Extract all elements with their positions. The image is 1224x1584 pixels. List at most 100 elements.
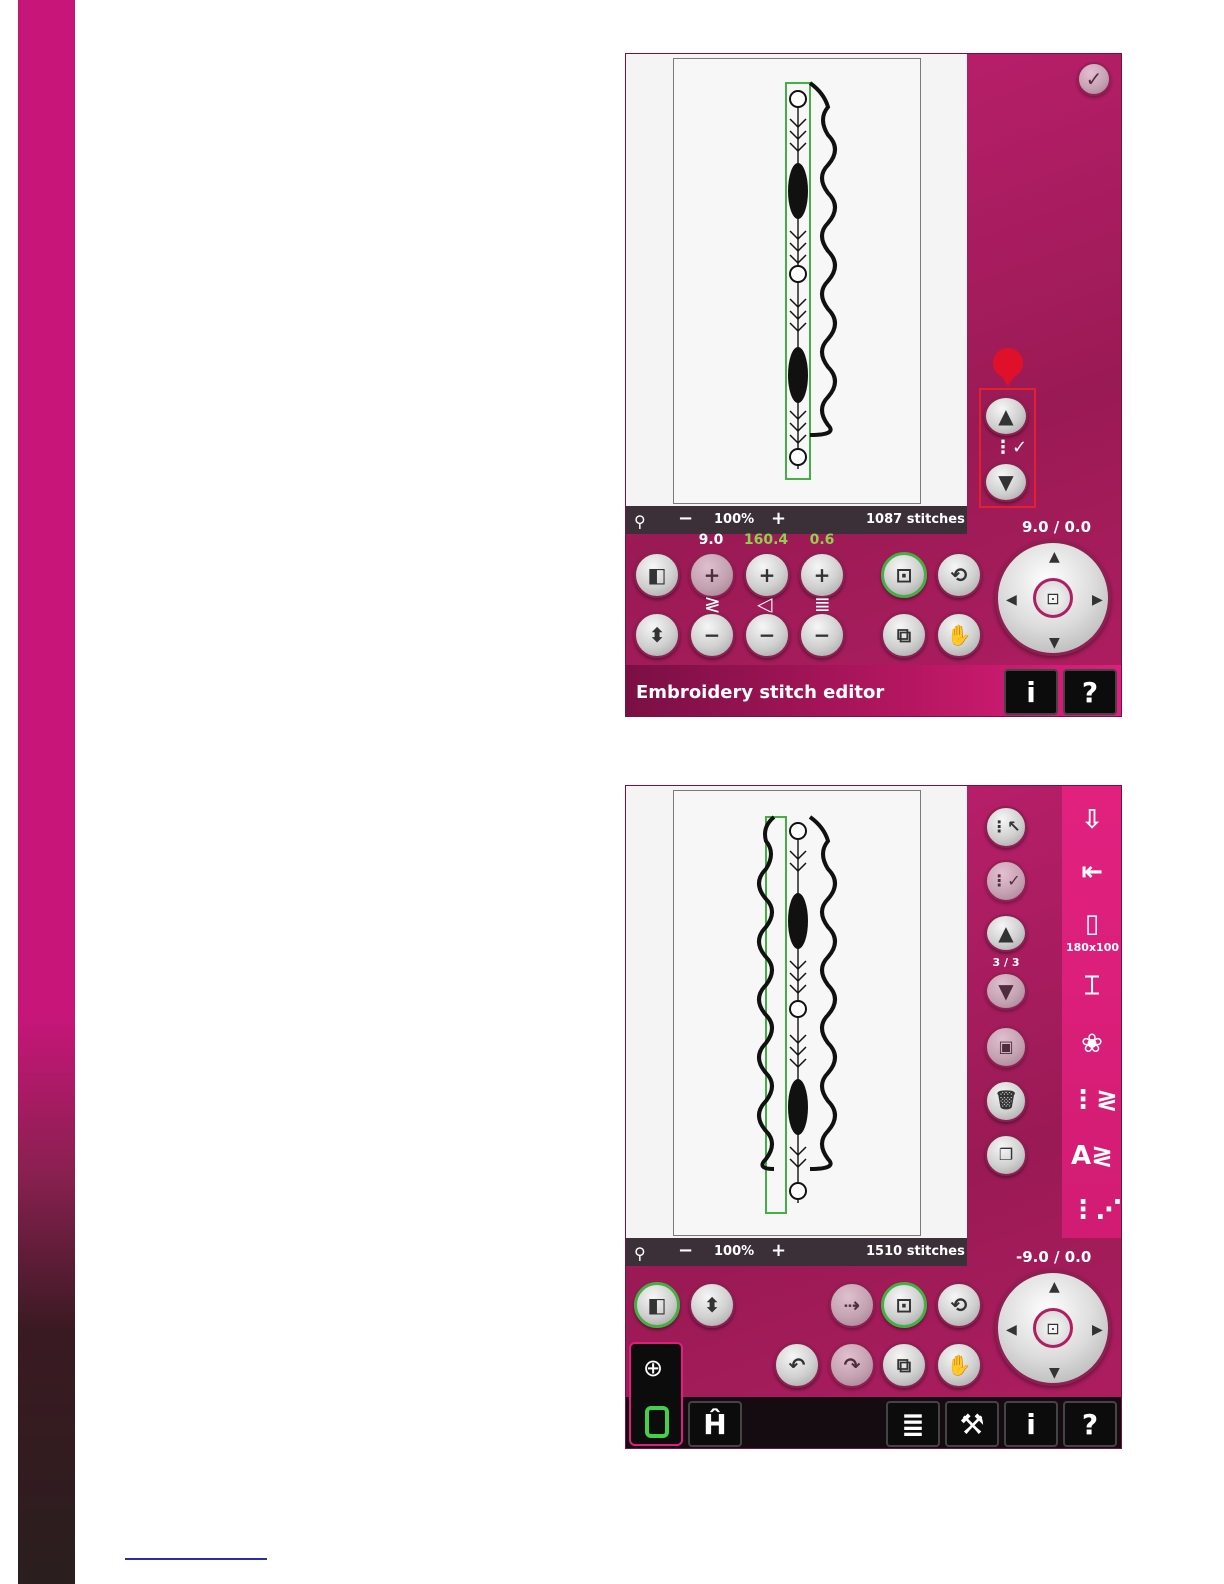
rotate-icon: ⟲ — [950, 1293, 968, 1317]
zoom-tools-icon[interactable]: ⚲ — [634, 1244, 646, 1263]
zoom-level: 100% — [714, 512, 755, 527]
stitch-count: 1087 stitches — [866, 512, 965, 527]
scale-icon: ⧉ — [896, 623, 912, 647]
embroidery-design-icon[interactable]: ❀ — [1070, 1024, 1114, 1064]
select-stitch-icon: ⋮✓ — [994, 437, 1028, 458]
hand-icon: ✋ — [946, 1353, 972, 1377]
drag-move-button[interactable]: ⇢ — [829, 1282, 875, 1328]
rotate-icon: ⟲ — [950, 563, 968, 587]
footer-rule — [125, 1558, 267, 1560]
thread-spool-icon[interactable]: ⌶ — [1070, 966, 1114, 1006]
group-button[interactable]: ▣ — [985, 1026, 1027, 1068]
help-button[interactable]: ? — [1063, 669, 1117, 715]
info-button[interactable]: i — [1004, 1401, 1058, 1447]
arrow-left-icon[interactable]: ◀ — [1006, 592, 1017, 608]
mirror-end-button[interactable]: ⬍ — [689, 1282, 735, 1328]
mirror-side-icon: ◧ — [647, 1293, 667, 1317]
stitch-creator-icon[interactable]: ⋮⋰ — [1070, 1190, 1121, 1230]
redo-button[interactable]: ↷ — [829, 1342, 875, 1388]
menu-button[interactable]: ≣ — [886, 1401, 940, 1447]
callout-marker-tail — [999, 372, 1017, 386]
arrow-right-icon[interactable]: ▶ — [1092, 1322, 1103, 1338]
checkmark-icon: ✓ — [1085, 67, 1103, 91]
density-decrease-button[interactable]: − — [799, 612, 845, 658]
zoom-in-button[interactable]: + — [771, 508, 786, 529]
scale-button[interactable]: ⧉ — [881, 1342, 927, 1388]
settings-button[interactable]: ⚒ — [945, 1401, 999, 1447]
list-icon: ≣ — [901, 1407, 925, 1441]
presser-foot-icon: Ĥ — [703, 1407, 727, 1441]
confirm-button[interactable]: ✓ — [1077, 62, 1111, 96]
drag-icon: ⇢ — [843, 1293, 861, 1317]
duplicate-button[interactable]: ❐ — [985, 1134, 1027, 1176]
arrow-down-icon[interactable]: ▼ — [1049, 1365, 1060, 1381]
group-icon: ▣ — [998, 1037, 1014, 1056]
hand-icon: ✋ — [946, 623, 972, 647]
undo-button[interactable]: ↶ — [774, 1342, 820, 1388]
arrow-right-icon[interactable]: ▶ — [1092, 592, 1103, 608]
tools-icon: ⚒ — [959, 1407, 985, 1441]
info-button[interactable]: i — [1004, 669, 1058, 715]
right-toolbar: ⇩ ⇤ ▯ 180x100 ⌶ ❀ ⋮≷ A≷ ⋮⋰ — [1062, 786, 1121, 1238]
arrow-up-icon[interactable]: ▲ — [1049, 549, 1060, 565]
position-wheel[interactable]: ▲ ▼ ◀ ▶ ⊡ — [995, 1270, 1111, 1386]
font-menu-icon[interactable]: A≷ — [1070, 1136, 1114, 1176]
undo-icon: ↶ — [788, 1353, 806, 1377]
position-wheel[interactable]: ▲ ▼ ◀ ▶ ⊡ — [995, 540, 1111, 656]
step-up-button[interactable]: ▲ — [984, 396, 1028, 436]
stitch-menu-icon[interactable]: ⋮≷ — [1070, 1080, 1118, 1120]
position-readout: 9.0 / 0.0 — [1022, 518, 1092, 536]
hoop-icon[interactable]: ▯ — [1070, 904, 1114, 944]
zoom-in-button[interactable]: + — [771, 1240, 786, 1261]
center-button[interactable]: ⊡ — [1033, 1308, 1073, 1348]
center-icon: ⊡ — [1046, 1318, 1060, 1338]
page-down-button[interactable]: ▼ — [985, 972, 1027, 1010]
delete-button[interactable]: 🗑 — [985, 1080, 1027, 1122]
zoom-tools-icon[interactable]: ⚲ — [634, 512, 646, 531]
zoom-out-button[interactable]: − — [678, 1240, 693, 1261]
scale-icon: ⧉ — [896, 1353, 912, 1377]
presser-foot-button[interactable]: Ĥ — [688, 1401, 742, 1447]
screen-title: Embroidery stitch editor — [636, 682, 885, 703]
page-side-bar — [18, 0, 75, 1584]
move-button[interactable]: ⊡ — [881, 1282, 927, 1328]
plus-icon: + — [758, 563, 776, 587]
copy-icon: ❐ — [998, 1145, 1014, 1164]
center-button[interactable]: ⊡ — [1033, 578, 1073, 618]
select-stitch-button[interactable]: ⋮↖ — [985, 806, 1027, 848]
page-up-button[interactable]: ▲ — [985, 914, 1027, 952]
arrow-up-icon[interactable]: ▲ — [1049, 1279, 1060, 1295]
width-decrease-button[interactable]: − — [689, 612, 735, 658]
mirror-end-button[interactable]: ⬍ — [634, 612, 680, 658]
hoop-size-label: 180x100 — [1065, 941, 1120, 954]
align-icon[interactable]: ⇤ — [1070, 852, 1114, 892]
scale-button[interactable]: ⧉ — [881, 612, 927, 658]
embroidery-mode-panel[interactable]: ⊕ 0 — [629, 1342, 683, 1446]
pan-button[interactable]: ✋ — [936, 1342, 982, 1388]
help-button[interactable]: ? — [1063, 1401, 1117, 1447]
zoom-bar: ⚲ − 100% + 1087 stitches — [626, 506, 967, 534]
center-icon: ⊡ — [1046, 588, 1060, 608]
step-down-button[interactable]: ▼ — [984, 462, 1028, 502]
arrow-down-icon[interactable]: ▼ — [1049, 635, 1060, 651]
zoom-out-button[interactable]: − — [678, 508, 693, 529]
plus-icon: + — [703, 563, 721, 587]
pan-button[interactable]: ✋ — [936, 612, 982, 658]
mirror-side-icon: ◧ — [647, 563, 667, 587]
load-design-icon[interactable]: ⇩ — [1070, 800, 1114, 840]
triangle-down-icon: ▼ — [998, 470, 1014, 494]
plus-icon: + — [813, 563, 831, 587]
mirror-side-button[interactable]: ◧ — [634, 1282, 680, 1328]
select-all-button[interactable]: ⋮✓ — [985, 860, 1027, 902]
rotate-button[interactable]: ⟲ — [936, 552, 982, 598]
hoop-area — [673, 58, 921, 504]
mirror-side-button[interactable]: ◧ — [634, 552, 680, 598]
page-indicator: 3 / 3 — [992, 956, 1020, 969]
rotate-button[interactable]: ⟲ — [936, 1282, 982, 1328]
triangle-up-icon: ▲ — [998, 921, 1014, 945]
stitch-canvas[interactable] — [626, 54, 967, 506]
length-decrease-button[interactable]: − — [744, 612, 790, 658]
arrow-left-icon[interactable]: ◀ — [1006, 1322, 1017, 1338]
move-button[interactable]: ⊡ — [881, 552, 927, 598]
stitch-canvas[interactable] — [626, 786, 967, 1238]
